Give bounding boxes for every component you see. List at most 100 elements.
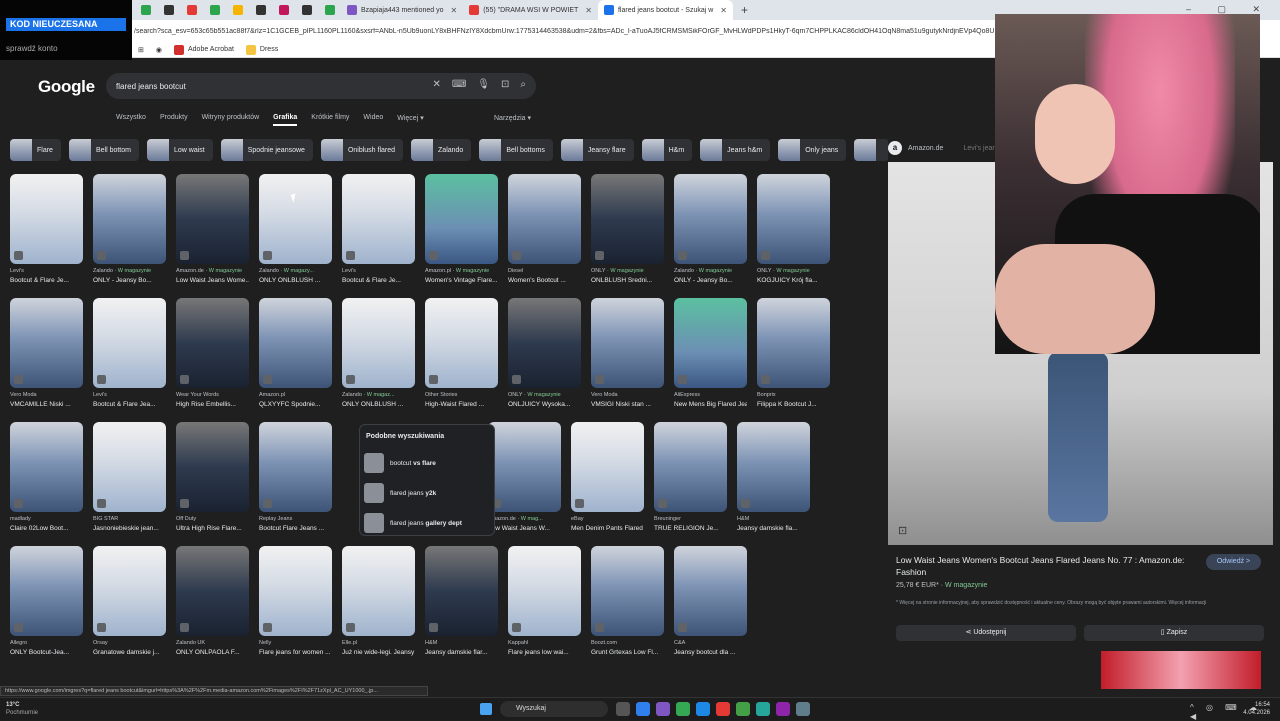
browser-tab[interactable] — [226, 0, 249, 20]
browser-tab[interactable] — [295, 0, 318, 20]
chip-8[interactable]: H&m — [641, 139, 693, 161]
image-result[interactable]: Zalando · W magazynie ONLY - Jeansy Bo... — [674, 174, 747, 284]
image-result[interactable]: Levi's Bootcut & Flare Je... — [342, 174, 415, 284]
tools-button[interactable]: Narzędzia ▾ — [494, 114, 531, 122]
image-result[interactable]: AliExpress New Mens Big Flared Jea... — [674, 298, 747, 408]
result-title[interactable]: Jeansy damskie flar... — [425, 649, 498, 656]
result-title[interactable]: Bootcut & Flare Je... — [10, 277, 83, 284]
image-result[interactable]: Zalando UK ONLY ONLPAOLA F... — [176, 546, 249, 656]
result-title[interactable]: ONLJUICY Wysoka... — [508, 401, 581, 408]
browser-tab[interactable] — [134, 0, 157, 20]
browser-tab[interactable] — [203, 0, 226, 20]
clear-icon[interactable]: ✕ — [432, 79, 440, 90]
image-result[interactable]: eBay Men Denim Pants Flared B... — [571, 422, 644, 532]
taskbar-app-icon[interactable] — [716, 702, 730, 716]
result-title[interactable]: ONLY - Jeansy Bo... — [93, 277, 166, 284]
result-title[interactable]: Women's Bootcut ... — [508, 277, 581, 284]
chip-2[interactable]: Low waist — [146, 139, 213, 161]
image-result[interactable]: Vero Moda VMCAMILLE Niski ... — [10, 298, 83, 408]
search-icon[interactable]: ⌕ — [520, 79, 526, 90]
result-title[interactable]: Jasnoniebieskie jean... — [93, 525, 166, 532]
result-title[interactable]: Bootcut & Flare Je... — [342, 277, 415, 284]
preview-source[interactable]: a Amazon.de Levi's jeans — [888, 140, 1000, 156]
result-title[interactable]: Women's Vintage Flare... — [425, 277, 498, 284]
preview-title[interactable]: Low Waist Jeans Women's Bootcut Jeans Fl… — [896, 554, 1196, 578]
taskbar-app-icon[interactable] — [636, 702, 650, 716]
result-title[interactable]: Claire 02Low Boot... — [10, 525, 83, 532]
chip-1[interactable]: Bell bottom — [68, 139, 139, 161]
tab-0[interactable]: Wszystko — [116, 114, 146, 126]
chip-5[interactable]: Zalando — [411, 139, 472, 161]
result-title[interactable]: ONLY ONLBLUSH ... — [342, 401, 415, 408]
result-title[interactable]: ONLY - Jeansy Bo... — [674, 277, 747, 284]
image-result[interactable]: ONLY · W magazynie ONLBLUSH Średni... — [591, 174, 664, 284]
browser-tab[interactable] — [318, 0, 341, 20]
bookmark-dress[interactable]: Dress — [245, 44, 278, 55]
new-tab-button[interactable]: + — [733, 3, 756, 17]
image-result[interactable]: ONLY · W magazynie KOGJUICY Krój fla... — [757, 174, 830, 284]
keyboard-icon[interactable]: ⌨ — [452, 79, 466, 90]
chip-9[interactable]: Jeans h&m — [700, 139, 771, 161]
lens-search-icon[interactable]: ⊡ — [898, 524, 907, 537]
image-result[interactable]: Orsay Granatowe damskie j... — [93, 546, 166, 656]
close-tab-icon[interactable]: ✕ — [585, 6, 592, 15]
image-result[interactable]: Allegro ONLY Bootcut-Jea... — [10, 546, 83, 656]
image-result[interactable]: Boozt.com Grunt Grtexas Low Fl... — [591, 546, 664, 656]
chip-4[interactable]: Oniblush flared — [320, 139, 404, 161]
search-input[interactable]: flared jeans bootcut — [116, 82, 186, 91]
result-title[interactable]: Jeansy damskie fla... — [737, 525, 810, 532]
save-button[interactable]: ▯ Zapisz — [1084, 625, 1264, 641]
image-result[interactable]: ONLY · W magazynie ONLJUICY Wysoka... — [508, 298, 581, 408]
tab-6[interactable]: Więcej ▾ — [397, 114, 423, 126]
taskbar-app-icon[interactable] — [776, 702, 790, 716]
image-result[interactable]: Nelly Flare jeans for women ... — [259, 546, 332, 656]
result-title[interactable]: High Rise Embellis... — [176, 401, 249, 408]
weather-widget[interactable]: 13°C Pochmurnie — [6, 701, 38, 717]
taskbar-app-icon[interactable] — [696, 702, 710, 716]
browser-tab[interactable]: Bzapiaja443 mentioned yo ✕ — [341, 0, 463, 20]
image-result[interactable]: Amazon.pl · W magazynie Women's Vintage F… — [425, 174, 498, 284]
microphone-icon[interactable]: 🎙 — [477, 79, 490, 90]
chip-7[interactable]: Jeansy flare — [560, 139, 634, 161]
result-title[interactable]: Low Waist Jeans Wome... — [176, 277, 249, 284]
result-title[interactable]: Men Denim Pants Flared B... — [571, 525, 644, 532]
tab-1[interactable]: Produkty — [160, 114, 188, 126]
browser-tab[interactable] — [157, 0, 180, 20]
result-title[interactable]: QLXYYFC Spodnie... — [259, 401, 332, 408]
result-title[interactable]: Ultra High Rise Flare... — [176, 525, 249, 532]
result-title[interactable]: ONLY ONLBLUSH ... — [259, 277, 332, 284]
result-title[interactable]: ONLBLUSH Średni... — [591, 277, 664, 284]
google-logo[interactable]: Google — [38, 77, 95, 97]
result-title[interactable]: High-Waist Flared ... — [425, 401, 498, 408]
image-result[interactable]: Wear Your Words High Rise Embellis... — [176, 298, 249, 408]
image-result[interactable]: H&M Jeansy damskie fla... — [737, 422, 810, 532]
result-title[interactable]: New Mens Big Flared Jea... — [674, 401, 747, 408]
chip-10[interactable]: Only jeans — [778, 139, 847, 161]
result-title[interactable]: VMCAMILLE Niski ... — [10, 401, 83, 408]
search-box[interactable]: flared jeans bootcut ✕ ⌨ 🎙 ⊡ ⌕ — [106, 73, 536, 99]
apps-icon[interactable]: ⊞ — [138, 46, 144, 54]
result-title[interactable]: Filippa K Bootcut J... — [757, 401, 830, 408]
result-title[interactable]: ONLY ONLPAOLA F... — [176, 649, 249, 656]
result-title[interactable]: TRUE RELIGION Je... — [654, 525, 727, 532]
image-result[interactable]: Vero Moda VMSIGI Niski stan ... — [591, 298, 664, 408]
image-result[interactable]: Levi's Bootcut & Flare Je... — [10, 174, 83, 284]
image-result[interactable]: Diesel Women's Bootcut ... — [508, 174, 581, 284]
chip-11[interactable] — [854, 139, 890, 161]
taskbar-app-icon[interactable] — [796, 702, 810, 716]
image-result[interactable]: Amazon.de · W magazynie Low Waist Jeans W… — [176, 174, 249, 284]
result-title[interactable]: Bootcut & Flare Jea... — [93, 401, 166, 408]
result-title[interactable]: Granatowe damskie j... — [93, 649, 166, 656]
image-result[interactable]: C&A Jeansy bootcut dla ... — [674, 546, 747, 656]
browser-tab[interactable]: (55) "DRAMA WSI W POWIET ✕ — [463, 0, 598, 20]
taskbar-app-icon[interactable] — [616, 702, 630, 716]
image-result[interactable]: Zalando · W magaz... ONLY ONLBLUSH ... — [342, 298, 415, 408]
image-result[interactable]: Elle.pl Już nie wide-legi. Jeansy bootcut… — [342, 546, 415, 656]
chip-0[interactable]: Flare — [10, 139, 61, 161]
image-result[interactable]: Replay Jeans Bootcut Flare Jeans ... — [259, 422, 332, 532]
browser-tab[interactable] — [272, 0, 295, 20]
close-tab-icon[interactable]: ✕ — [451, 6, 458, 15]
result-title[interactable]: VMSIGI Niski stan ... — [591, 401, 664, 408]
chip-6[interactable]: Bell bottoms — [479, 139, 553, 161]
result-title[interactable]: Jeansy bootcut dla ... — [674, 649, 747, 656]
